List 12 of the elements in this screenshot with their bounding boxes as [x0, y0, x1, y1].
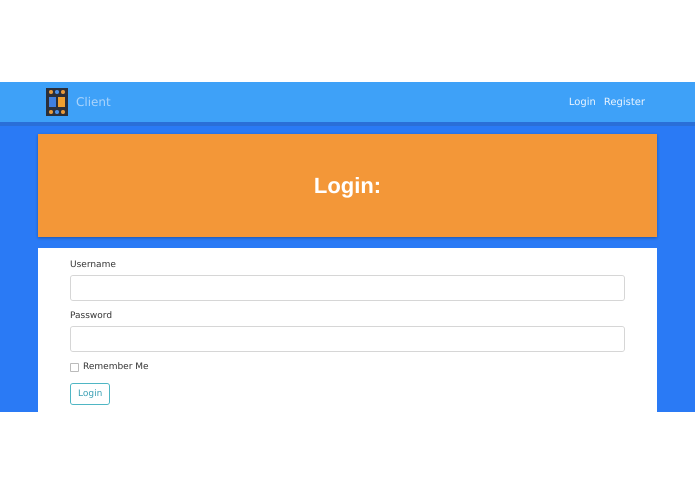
nav-link[interactable]: Login — [568, 96, 596, 108]
page-title: Login: — [314, 172, 382, 198]
input-field[interactable] — [70, 275, 625, 301]
input-field[interactable] — [70, 326, 625, 352]
login-button[interactable]: Login — [70, 383, 110, 405]
field-label: Username — [70, 260, 117, 270]
remember-label: Remember Me — [83, 362, 149, 372]
field-label: Password — [70, 311, 114, 321]
brand-link[interactable]: Client — [76, 95, 111, 109]
nav-link[interactable]: Register — [604, 96, 645, 108]
remember-checkbox[interactable] — [70, 362, 79, 372]
logo-icon — [46, 88, 68, 116]
